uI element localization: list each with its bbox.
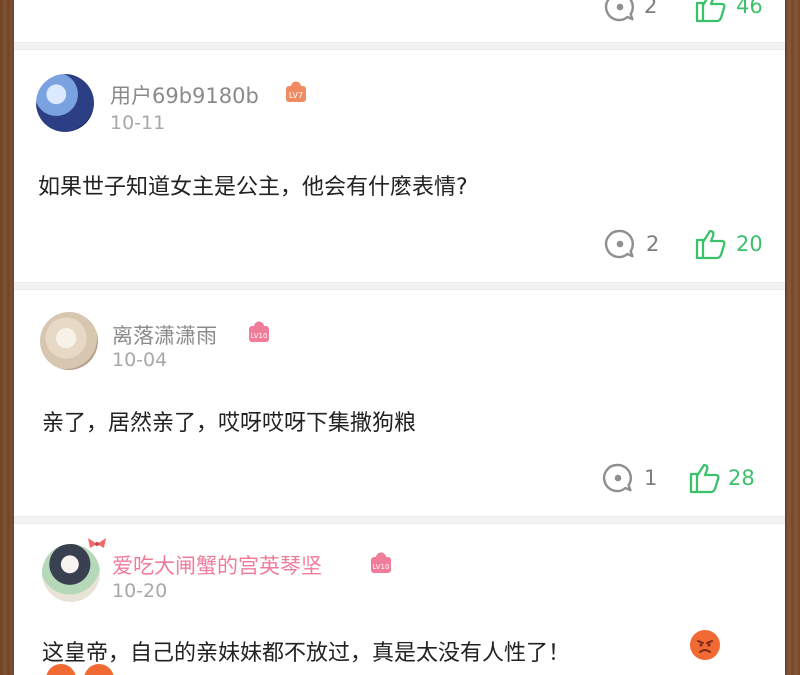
comment-text: 这皇帝，自己的亲妹妹都不放过，真是太没有人性了！ xyxy=(42,641,571,666)
comment-divider xyxy=(14,42,785,50)
comment-date: 10-04 xyxy=(112,349,168,371)
like-count: 46 xyxy=(736,0,763,18)
reply-bubble-icon[interactable] xyxy=(602,0,636,24)
comment-text: 如果世子知道女主是公主，他会有什麽表情? xyxy=(38,175,468,200)
level-badge-icon: LV7 xyxy=(286,81,306,102)
reply-bubble-icon[interactable] xyxy=(602,227,636,261)
avatar[interactable] xyxy=(40,312,98,370)
avatar[interactable] xyxy=(36,74,94,132)
like-count: 28 xyxy=(728,466,755,490)
level-label: LV10 xyxy=(251,332,268,340)
comment-item-partial: 2 46 xyxy=(14,0,785,42)
comment-item: 爱吃大闸蟹的宫英琴坚 LV10 10-20 这皇帝，自己的亲妹妹都不放过，真是太… xyxy=(14,524,785,675)
username[interactable]: 爱吃大闸蟹的宫英琴坚 xyxy=(112,550,322,580)
comment-divider xyxy=(14,282,785,290)
comment-item: 用户69b9180b LV7 10-11 如果世子知道女主是公主，他会有什麽表情… xyxy=(14,50,785,282)
reply-count: 2 xyxy=(644,0,658,18)
reply-bubble-icon[interactable] xyxy=(600,461,634,495)
level-label: LV7 xyxy=(289,91,303,100)
thumbs-up-icon[interactable] xyxy=(688,461,722,495)
username[interactable]: 用户69b9180b xyxy=(110,80,259,110)
level-badge-icon: LV10 xyxy=(371,552,391,573)
comment-text: 亲了，居然亲了，哎呀哎呀下集撒狗粮 xyxy=(42,411,417,436)
like-count: 20 xyxy=(736,232,763,256)
reply-count: 2 xyxy=(646,232,660,256)
angry-face-icon xyxy=(690,630,720,660)
comment-list: 2 46 用户69b9180b LV7 10-11 如果世子知道女主是公主，他会… xyxy=(14,0,785,675)
level-badge-icon: LV10 xyxy=(249,321,269,342)
thumbs-up-icon[interactable] xyxy=(694,0,728,24)
comment-item: 离落潇潇雨 LV10 10-04 亲了，居然亲了，哎呀哎呀下集撒狗粮 1 28 xyxy=(14,290,785,516)
level-label: LV10 xyxy=(373,563,390,571)
comment-divider xyxy=(14,516,785,524)
thumbs-up-icon[interactable] xyxy=(694,227,728,261)
comment-date: 10-11 xyxy=(110,112,166,134)
comment-date: 10-20 xyxy=(112,580,168,602)
username[interactable]: 离落潇潇雨 xyxy=(112,320,217,350)
bow-icon xyxy=(88,538,106,548)
reply-count: 1 xyxy=(644,466,658,490)
